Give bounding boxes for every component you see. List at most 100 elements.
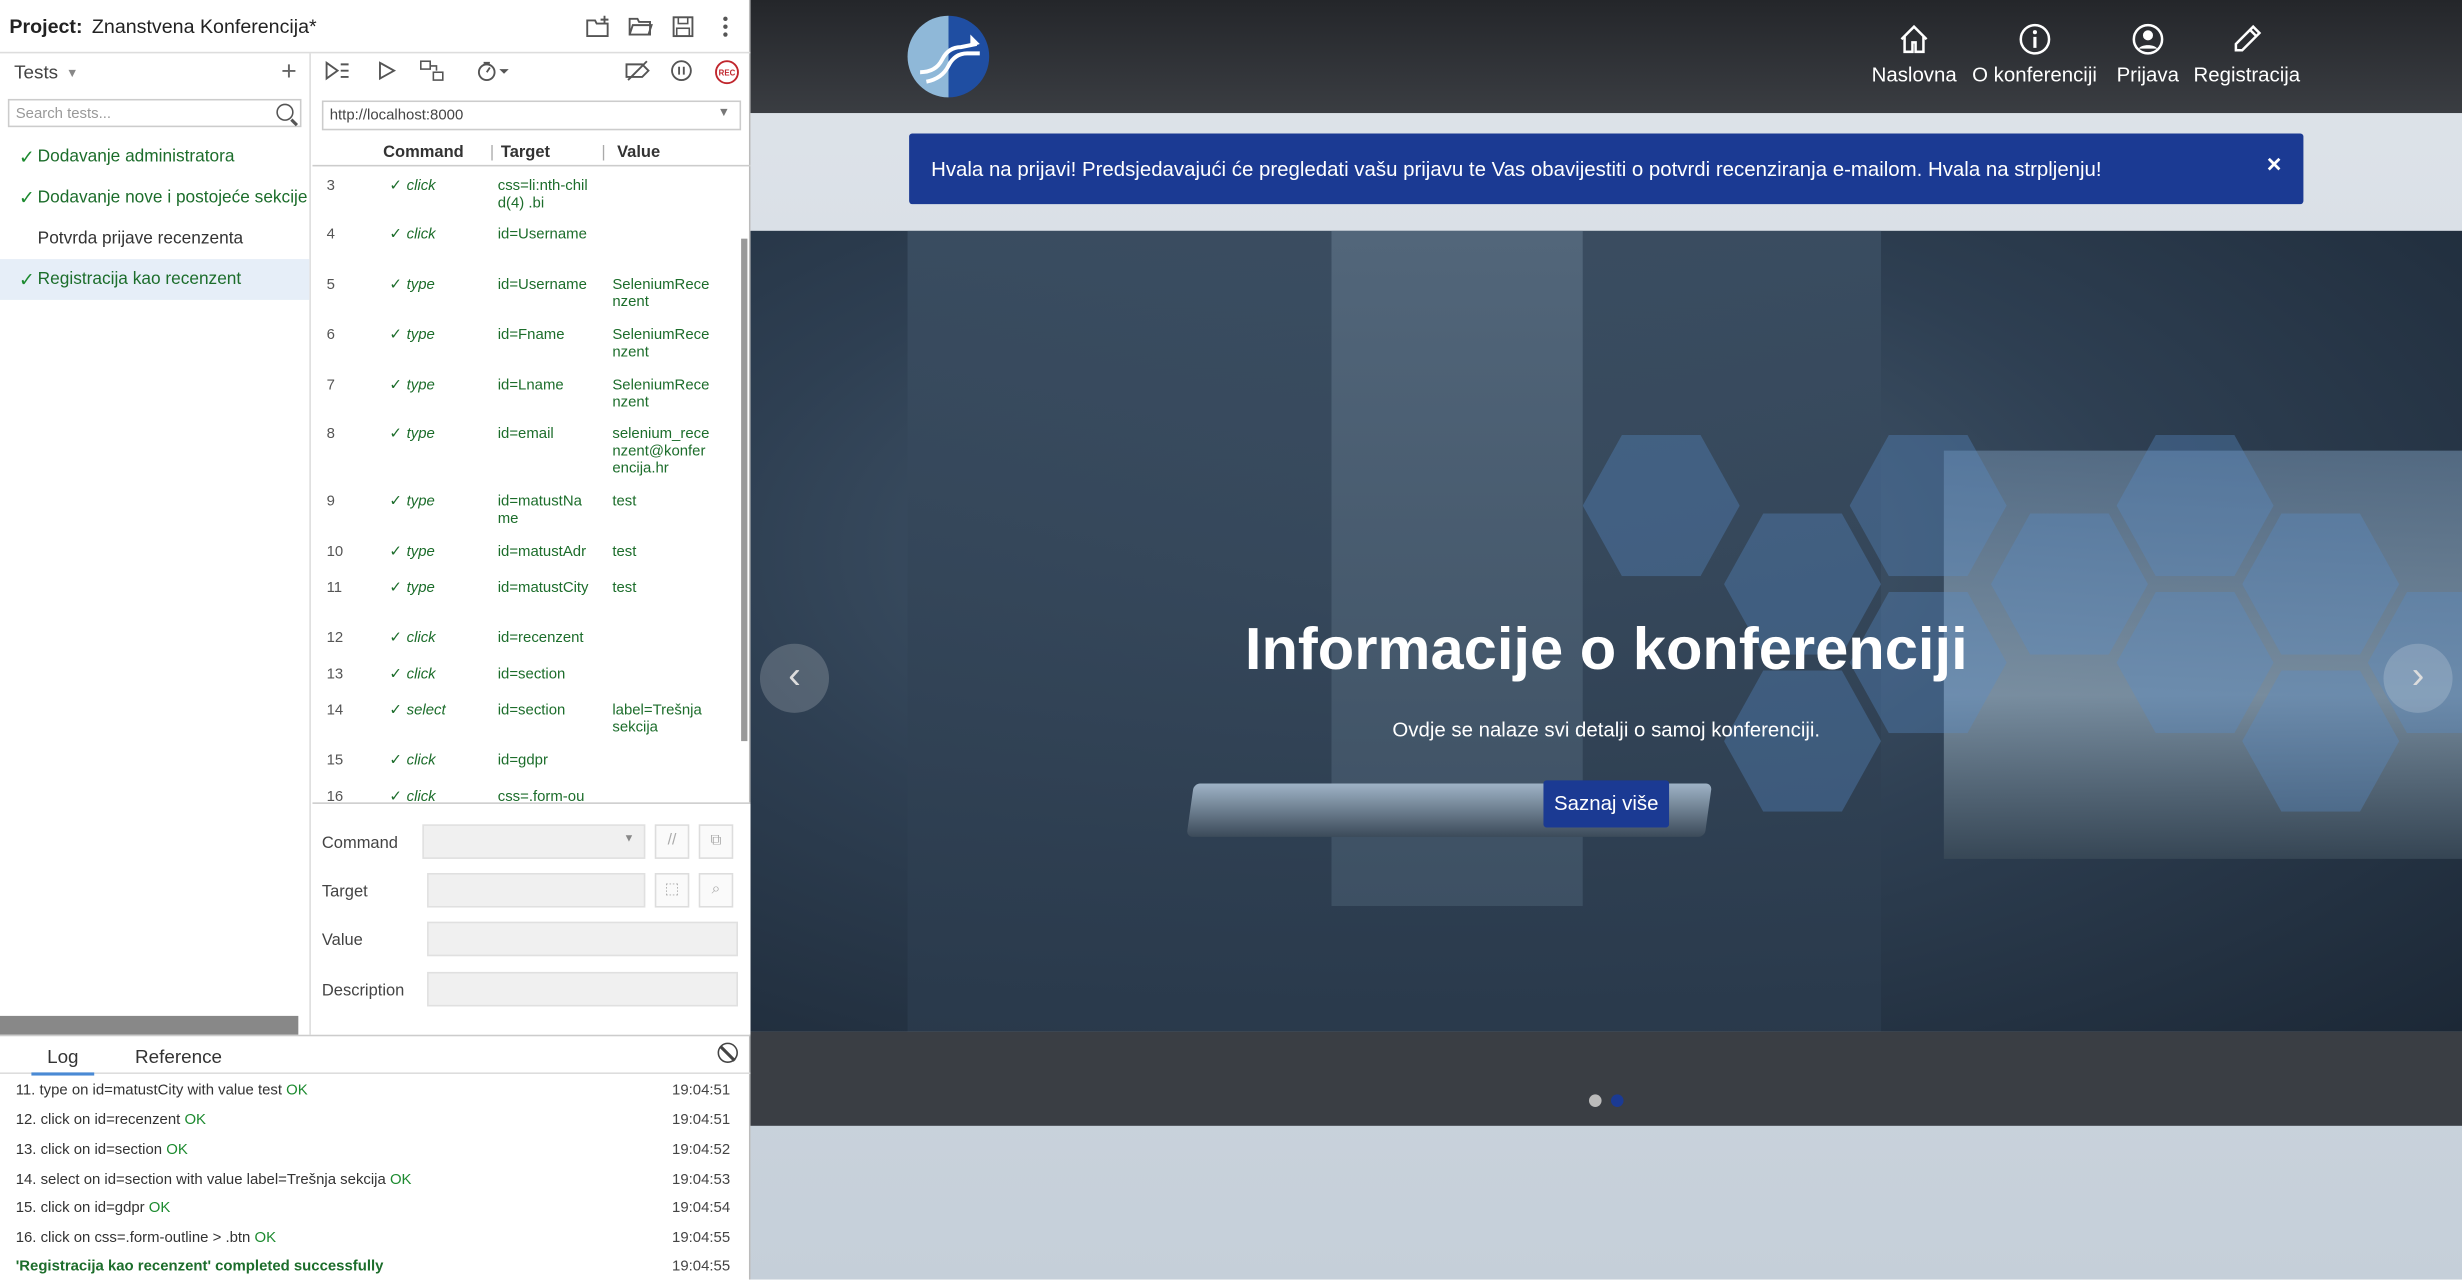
speed-icon[interactable] — [476, 60, 511, 87]
test-item[interactable]: ✓ Dodavanje administratora — [0, 137, 309, 178]
test-item[interactable]: Potvrda prijave recenzenta — [0, 218, 309, 259]
row-value: test — [612, 493, 637, 511]
tests-header[interactable]: Tests ▼ + — [0, 53, 309, 91]
row-number: 15 — [326, 752, 344, 770]
chevron-down-icon: ▼ — [65, 65, 79, 80]
test-editor: REC http://localhost:8000 ▼ Command | Ta… — [312, 53, 751, 1035]
log-line: 14. select on id=section with value labe… — [16, 1171, 730, 1188]
row-target: id=section — [497, 665, 566, 684]
row-value: label=Trešnja sekcija — [612, 701, 702, 737]
log-text: 13. click on id=section — [15, 1141, 163, 1159]
row-number: 3 — [326, 177, 335, 195]
svg-text:REC: REC — [719, 68, 736, 77]
check-icon: ✓ — [389, 376, 402, 395]
save-project-icon[interactable] — [670, 14, 695, 39]
chevron-down-icon: ▼ — [623, 833, 635, 845]
log-status: OK — [389, 1171, 412, 1189]
check-icon: ✓ — [389, 326, 402, 344]
step-over-icon[interactable] — [419, 60, 444, 87]
log-status: OK — [166, 1141, 188, 1159]
row-command: type — [406, 493, 435, 511]
project-name[interactable]: Znanstvena Konferencija* — [92, 15, 317, 37]
carousel-next-button[interactable]: › — [2383, 643, 2453, 713]
carousel-dot[interactable] — [1588, 1094, 1602, 1107]
user-icon — [2131, 22, 2166, 57]
check-icon: ✓ — [18, 146, 35, 169]
learn-more-button[interactable]: Saznaj više — [1543, 780, 1670, 828]
row-target: id=matustCity — [497, 579, 589, 597]
nav-naslovna[interactable]: Naslovna — [1872, 22, 1957, 86]
record-icon[interactable]: REC — [714, 60, 739, 90]
run-test-icon[interactable] — [375, 60, 397, 87]
find-target-icon[interactable]: ⌕ — [698, 873, 734, 908]
test-item-selected[interactable]: ✓ Registracija kao recenzent — [0, 259, 310, 300]
check-icon: ✓ — [389, 543, 402, 561]
log-text: 12. click on id=recenzent — [15, 1111, 181, 1129]
pause-icon[interactable] — [670, 60, 692, 87]
open-project-icon[interactable] — [628, 14, 653, 39]
new-project-icon[interactable] — [586, 14, 611, 39]
base-url-input[interactable]: http://localhost:8000 ▼ — [321, 100, 742, 131]
check-icon: ✓ — [18, 268, 35, 291]
target-input[interactable] — [427, 873, 646, 908]
conference-website: Naslovna O konferenciji Prijava Registra… — [750, 0, 2462, 1280]
check-icon: ✓ — [389, 276, 402, 294]
log-line: 12. click on id=recenzent OK 19:04:51 — [16, 1112, 730, 1129]
row-target: id=Fname — [497, 326, 565, 344]
log-time: 19:04:52 — [672, 1141, 731, 1159]
search-tests-input[interactable]: Search tests... — [7, 98, 302, 128]
test-label: Dodavanje administratora — [37, 147, 235, 167]
value-input[interactable] — [427, 921, 738, 957]
log-status: OK — [184, 1111, 207, 1129]
tests-header-label: Tests — [14, 61, 59, 84]
horizontal-scrollbar[interactable] — [0, 1015, 299, 1035]
nav-prijava[interactable]: Prijava — [2117, 22, 2179, 86]
nav-registracija[interactable]: Registracija — [2194, 22, 2300, 86]
select-target-icon[interactable]: ⬚ — [654, 873, 690, 908]
clear-log-icon[interactable] — [717, 1042, 738, 1063]
nav-o-konferenciji[interactable]: O konferenciji — [1972, 22, 2097, 86]
log-line: 11. type on id=matustCity with value tes… — [16, 1082, 730, 1099]
comment-toggle-icon[interactable]: // — [654, 824, 690, 859]
carousel-prev-button[interactable]: ‹ — [759, 643, 830, 713]
log-time: 19:04:55 — [672, 1229, 731, 1247]
row-target: css=li:nth-child(4) .bi — [497, 177, 588, 212]
tab-reference[interactable]: Reference — [135, 1046, 222, 1068]
project-label: Project: — [9, 14, 83, 37]
row-target: id=Lname — [497, 376, 564, 395]
row-number: 10 — [326, 543, 344, 561]
row-number: 6 — [326, 326, 335, 344]
vertical-scrollbar[interactable] — [741, 238, 748, 742]
home-icon — [1897, 22, 1932, 57]
check-icon: ✓ — [389, 226, 402, 244]
row-number: 13 — [326, 665, 344, 684]
run-all-tests-icon[interactable] — [325, 60, 350, 87]
log-line: 16. click on css=.form-outline > .btn OK… — [16, 1229, 730, 1246]
conference-logo[interactable] — [907, 15, 990, 98]
log-time: 19:04:53 — [672, 1171, 731, 1189]
log-time: 19:04:54 — [672, 1199, 731, 1217]
row-target: id=matustAdr — [497, 543, 587, 561]
tab-log[interactable]: Log — [31, 1046, 95, 1076]
more-options-icon[interactable] — [713, 14, 738, 39]
row-command: type — [406, 425, 435, 443]
selenium-ide-panel: Project: Znanstvena Konferencija* Tests … — [0, 0, 751, 1280]
search-placeholder: Search tests... — [15, 105, 112, 123]
command-select[interactable]: ▼ — [422, 824, 646, 859]
check-icon: ✓ — [389, 788, 402, 803]
hero-subtitle: Ovdje se nalaze svi detalji o samoj konf… — [1392, 717, 1821, 742]
disable-breakpoints-icon[interactable] — [623, 60, 651, 87]
row-target: id=matustName — [497, 493, 582, 528]
add-test-icon[interactable]: + — [281, 57, 297, 88]
description-input[interactable] — [427, 971, 738, 1007]
carousel-dot-active[interactable] — [1610, 1094, 1624, 1107]
row-number: 9 — [326, 493, 335, 511]
open-reference-icon[interactable]: ⧉ — [698, 824, 734, 859]
command-editor: Command ▼ // ⧉ Target ⬚ ⌕ Value Descript… — [312, 802, 751, 1035]
row-value: selenium_recenzent@konferencija.hr — [612, 425, 710, 478]
row-command: click — [406, 629, 436, 647]
test-item[interactable]: ✓ Dodavanje nove i postojeće sekcije — [0, 177, 309, 218]
row-number: 5 — [326, 276, 335, 294]
close-icon[interactable]: × — [2267, 152, 2282, 180]
log-time: 19:04:51 — [672, 1111, 731, 1129]
